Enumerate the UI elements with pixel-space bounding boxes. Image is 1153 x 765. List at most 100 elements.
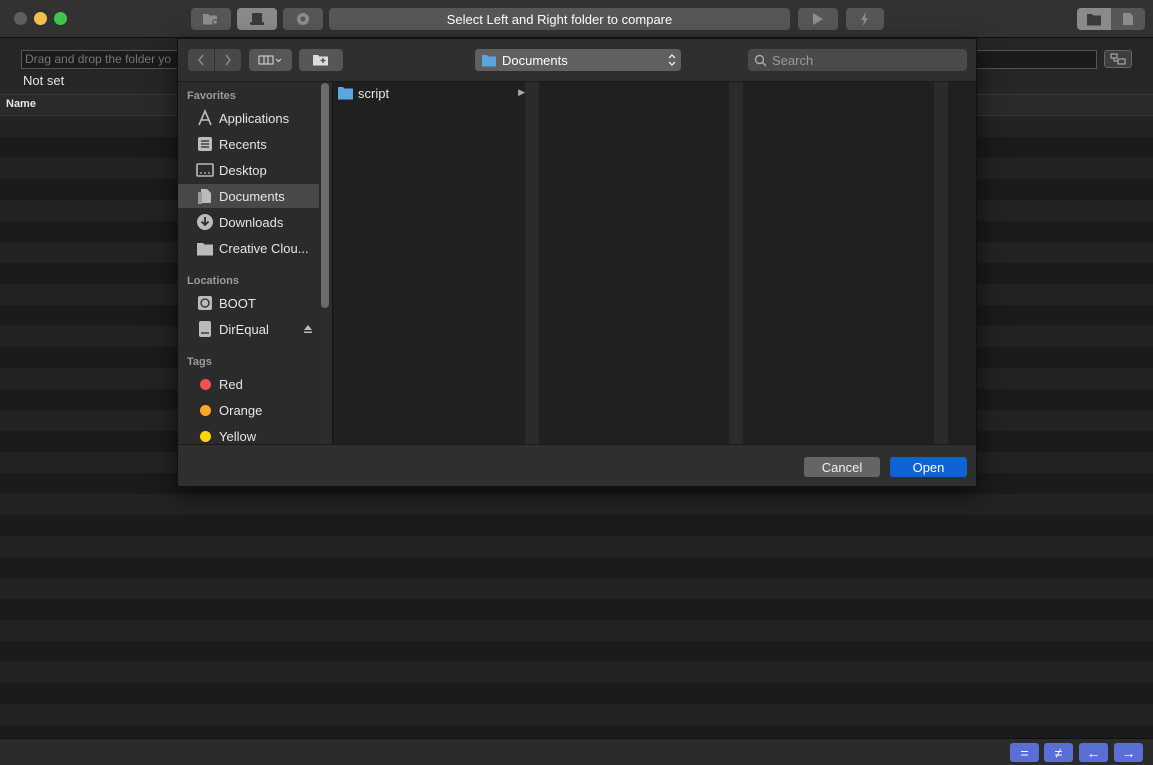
sidebar-item-label: Downloads	[219, 214, 284, 230]
quick-compare-button[interactable]	[846, 8, 884, 30]
locations-heading: Locations	[187, 275, 239, 287]
sidebar-item-label: Creative Clou...	[219, 240, 309, 256]
search-input[interactable]: Search	[748, 49, 967, 71]
sidebar-item-label: Desktop	[219, 162, 267, 178]
drive-icon	[195, 319, 215, 339]
show-different-button[interactable]: ≠	[1044, 743, 1073, 762]
title-bar: Select Left and Right folder to compare	[0, 0, 1153, 38]
file-name: script	[358, 85, 390, 101]
table-row	[0, 641, 1153, 662]
folder-icon	[338, 87, 353, 100]
sidebar-scrollbar[interactable]	[321, 83, 329, 308]
table-row	[0, 704, 1153, 725]
back-button[interactable]	[188, 49, 214, 71]
sidebar-item-creative-cloud[interactable]: Creative Clou...	[178, 236, 319, 260]
list-item[interactable]: script ▶	[337, 84, 525, 102]
status-field: Select Left and Right folder to compare	[329, 8, 790, 30]
app-window: Select Left and Right folder to compare …	[0, 0, 1153, 765]
chevron-right-icon	[225, 54, 231, 66]
right-browse-button[interactable]	[1104, 50, 1132, 68]
compare-mode-button[interactable]	[237, 8, 277, 30]
show-equal-button[interactable]: =	[1010, 743, 1039, 762]
browser-column-1: script ▶	[333, 82, 533, 444]
lightning-icon	[861, 12, 868, 26]
sidebar-item-label: Red	[219, 376, 243, 392]
recents-icon	[195, 134, 215, 154]
table-row	[0, 557, 1153, 578]
tag-dot-icon	[195, 426, 215, 444]
document-icon	[1123, 13, 1133, 25]
open-button[interactable]: Open	[890, 457, 967, 477]
sidebar-item-applications[interactable]: Applications	[178, 106, 319, 130]
dialog-toolbar: Documents Search	[178, 39, 976, 82]
sidebar-item-downloads[interactable]: Downloads	[178, 210, 319, 234]
sidebar-item-desktop[interactable]: Desktop	[178, 158, 319, 182]
favorites-heading: Favorites	[187, 90, 236, 102]
name-column-header[interactable]: Name	[6, 98, 36, 110]
close-window-button[interactable]	[14, 12, 27, 25]
sidebar-item-tag-orange[interactable]: Orange	[178, 398, 319, 422]
tag-dot-icon	[195, 400, 215, 420]
applications-icon	[195, 108, 215, 128]
left-folder-drop-field[interactable]: Drag and drop the folder yo	[21, 50, 181, 69]
table-row	[0, 620, 1153, 641]
desktop-icon	[195, 160, 215, 180]
minimize-window-button[interactable]	[34, 12, 47, 25]
table-row	[0, 515, 1153, 536]
search-placeholder: Search	[772, 52, 814, 68]
browser-column-4	[948, 82, 976, 444]
search-icon	[754, 54, 767, 66]
browser-column-3	[743, 82, 934, 444]
column-separator[interactable]	[525, 82, 539, 444]
view-mode-button[interactable]	[249, 49, 292, 71]
left-path-label: Not set	[23, 73, 65, 88]
eject-icon[interactable]	[303, 324, 313, 334]
open-folder-dialog: Documents Search Favorites Applications	[177, 38, 977, 487]
new-folder-icon	[313, 55, 328, 66]
sidebar-item-label: Documents	[219, 188, 285, 204]
table-row	[0, 578, 1153, 599]
updown-arrows-icon	[668, 54, 676, 66]
forward-button[interactable]	[215, 49, 241, 71]
disk-icon	[195, 293, 215, 313]
start-compare-button[interactable]	[798, 8, 838, 30]
show-left-only-button[interactable]: ←	[1079, 743, 1108, 762]
table-row	[0, 599, 1153, 620]
file-view-button[interactable]	[1111, 8, 1145, 30]
sidebar-item-label: Recents	[219, 136, 267, 152]
sidebar-item-direqual[interactable]: DirEqual	[178, 317, 319, 341]
zoom-window-button[interactable]	[54, 12, 67, 25]
column-separator[interactable]	[934, 82, 948, 444]
sidebar-item-tag-yellow[interactable]: Yellow	[178, 424, 319, 444]
documents-icon	[195, 186, 215, 206]
folder-settings-icon	[203, 14, 218, 25]
settings-button[interactable]	[283, 8, 323, 30]
sidebar-item-label: BOOT	[219, 295, 256, 311]
dialog-footer: Cancel Open	[178, 444, 976, 486]
folder-tree-icon	[1110, 53, 1126, 65]
folder-view-button[interactable]	[1077, 8, 1111, 30]
browser-column-2	[539, 82, 729, 444]
sidebar-item-label: DirEqual	[219, 321, 269, 337]
right-folder-drop-field[interactable]	[976, 50, 1097, 69]
sidebar-item-documents[interactable]: Documents	[178, 184, 319, 208]
table-row	[0, 494, 1153, 515]
downloads-icon	[195, 212, 215, 232]
choose-folder-button[interactable]	[191, 8, 231, 30]
column-separator[interactable]	[729, 82, 743, 444]
new-folder-button[interactable]	[299, 49, 343, 71]
computer-icon	[250, 13, 264, 25]
sidebar-item-tag-red[interactable]: Red	[178, 372, 319, 396]
tags-heading: Tags	[187, 356, 212, 368]
location-popup[interactable]: Documents	[475, 49, 681, 71]
cancel-button[interactable]: Cancel	[804, 457, 880, 477]
folder-icon	[195, 238, 215, 258]
chevron-right-icon: ▶	[518, 87, 525, 97]
sidebar-item-recents[interactable]: Recents	[178, 132, 319, 156]
show-right-only-button[interactable]: →	[1114, 743, 1143, 762]
sidebar-item-boot[interactable]: BOOT	[178, 291, 319, 315]
folder-icon	[1087, 13, 1101, 25]
chevron-left-icon	[198, 54, 204, 66]
sidebar-item-label: Applications	[219, 110, 290, 126]
location-label: Documents	[502, 52, 568, 68]
